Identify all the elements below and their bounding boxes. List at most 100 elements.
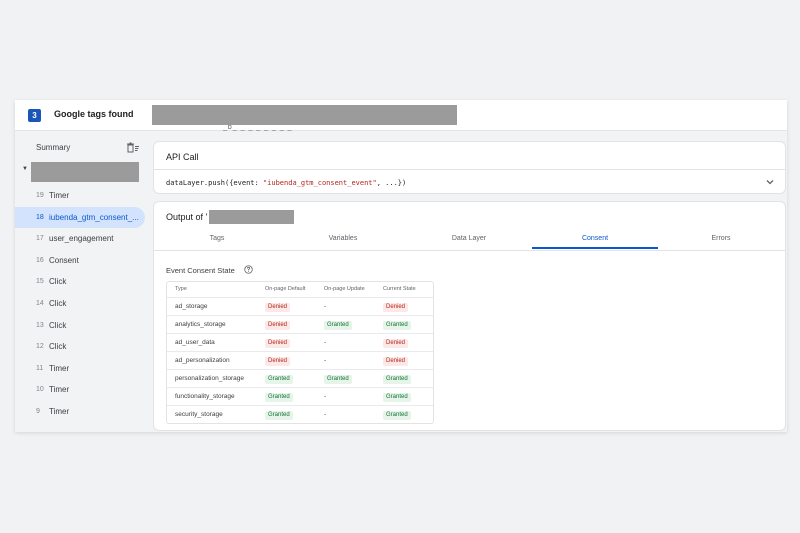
api-call-card: API Call dataLayer.push({event: "iubenda… <box>153 141 786 194</box>
consent-cell: - <box>324 352 326 369</box>
column-header: On-page Update <box>324 286 365 292</box>
event-label: Consent <box>49 255 79 265</box>
consent-cell: Denied <box>265 334 291 351</box>
output-tabs: Tags Variables Data Layer Consent Errors <box>154 230 785 251</box>
consent-cell: Denied <box>265 352 291 369</box>
column-header: On-page Default <box>265 286 306 292</box>
status-badge: Denied <box>265 321 291 330</box>
caret-down-icon[interactable]: ▼ <box>22 166 28 172</box>
consent-cell: - <box>324 388 326 405</box>
status-badge: Granted <box>383 411 411 420</box>
event-item[interactable]: 11 Timer <box>15 358 145 379</box>
redacted-url-block <box>152 105 457 125</box>
status-badge: Granted <box>265 375 293 384</box>
status-badge: Denied <box>383 357 409 366</box>
event-label: Timer <box>49 191 70 200</box>
consent-cell: - <box>324 334 326 351</box>
status-badge: Denied <box>383 339 409 348</box>
status-badge: Granted <box>383 375 411 384</box>
table-row: ad_personalization Denied - Denied <box>167 352 433 370</box>
consent-cell: Denied <box>265 316 291 333</box>
consent-cell: Granted <box>324 316 352 333</box>
event-item[interactable]: 15 Click <box>15 271 145 292</box>
empty-value: - <box>324 357 327 364</box>
output-card: Output of ' Tags Variables Data Layer Conse… <box>153 201 786 431</box>
event-number: 12 <box>36 343 44 351</box>
event-item[interactable]: 19 Timer <box>15 185 145 206</box>
consent-type: functionality_storage <box>175 393 235 400</box>
event-number: 16 <box>36 256 44 264</box>
table-row: ad_user_data Denied - Denied <box>167 334 433 352</box>
event-item[interactable]: 16 Consent <box>15 250 145 271</box>
tags-found-label: Google tags found <box>54 109 134 119</box>
event-number: 9 <box>36 408 40 415</box>
tab-consent[interactable]: Consent <box>532 230 658 249</box>
event-label: Timer <box>49 363 70 373</box>
event-item[interactable]: 10 Timer <box>15 379 145 400</box>
summary-item[interactable]: Summary <box>15 137 148 159</box>
table-row: analytics_storage Denied Granted Granted <box>167 316 433 334</box>
event-number: 17 <box>36 235 44 243</box>
event-label: iubenda_gtm_consent_... <box>49 212 139 222</box>
column-header: Current State <box>383 286 416 292</box>
event-label: Click <box>49 277 67 287</box>
event-item[interactable]: 17 user_engagement <box>15 228 145 249</box>
output-title: Output of ' <box>166 212 208 222</box>
event-item[interactable]: 12 Click <box>15 336 145 357</box>
consent-cell: Denied <box>383 298 409 315</box>
status-badge: Denied <box>265 303 291 312</box>
consent-type: personalization_storage <box>175 375 245 382</box>
table-row: ad_storage Denied - Denied <box>167 298 433 316</box>
empty-value: - <box>324 411 327 418</box>
status-badge: Granted <box>383 393 411 402</box>
event-item[interactable]: 13 Click <box>15 315 145 336</box>
help-circle-icon[interactable] <box>244 265 253 274</box>
consent-type: ad_user_data <box>175 339 215 346</box>
tag-count-badge: 3 <box>28 109 41 122</box>
redacted-output-block <box>209 210 294 224</box>
event-item[interactable]: 9 Timer <box>15 401 145 422</box>
chevron-down-icon[interactable] <box>765 177 775 187</box>
top-bar: 3 Google tags found _ɒ_ _ _ _ _ _ _ _ <box>15 100 787 131</box>
consent-cell: Granted <box>383 406 411 423</box>
consent-cell: Granted <box>383 388 411 405</box>
consent-cell: Granted <box>383 370 411 387</box>
empty-value: - <box>324 339 327 346</box>
tab-errors[interactable]: Errors <box>658 230 784 249</box>
event-label: Click <box>49 342 67 352</box>
event-sidebar: Summary ▼ 19 Timer 18 iubenda_gtm_consent_.… <box>15 131 148 432</box>
summary-label: Summary <box>36 143 71 152</box>
tab-variables[interactable]: Variables <box>280 230 406 249</box>
delete-sweep-icon[interactable] <box>127 142 139 154</box>
consent-cell: - <box>324 298 326 315</box>
status-badge: Denied <box>383 303 409 312</box>
event-item-partial <box>15 423 145 432</box>
status-badge: Denied <box>265 357 291 366</box>
event-label: Timer <box>49 407 70 416</box>
status-badge: Denied <box>265 339 291 348</box>
status-badge: Granted <box>383 321 411 330</box>
empty-value: - <box>324 393 327 400</box>
consent-cell: Denied <box>265 298 291 315</box>
column-header: Type <box>175 286 187 292</box>
event-number: 18 <box>36 213 44 221</box>
status-badge: Granted <box>265 411 293 420</box>
empty-value: - <box>324 303 327 310</box>
divider <box>154 169 785 170</box>
event-number: 11 <box>36 364 44 372</box>
redacted-page-block <box>31 162 139 182</box>
event-number: 14 <box>36 300 44 307</box>
event-number: 13 <box>36 321 44 329</box>
consent-type: ad_storage <box>175 303 208 310</box>
status-badge: Granted <box>324 321 352 330</box>
event-number: 15 <box>36 278 44 286</box>
event-label: user_engagement <box>49 234 114 244</box>
tab-data-layer[interactable]: Data Layer <box>406 230 532 249</box>
consent-cell: Denied <box>383 352 409 369</box>
table-row: personalization_storage Granted Granted Gra… <box>167 370 433 388</box>
event-label: Click <box>49 299 67 308</box>
status-badge: Granted <box>265 393 293 402</box>
tab-tags[interactable]: Tags <box>154 230 280 249</box>
event-item[interactable]: 18 iubenda_gtm_consent_... <box>15 206 145 228</box>
event-item[interactable]: 14 Click <box>15 293 145 314</box>
